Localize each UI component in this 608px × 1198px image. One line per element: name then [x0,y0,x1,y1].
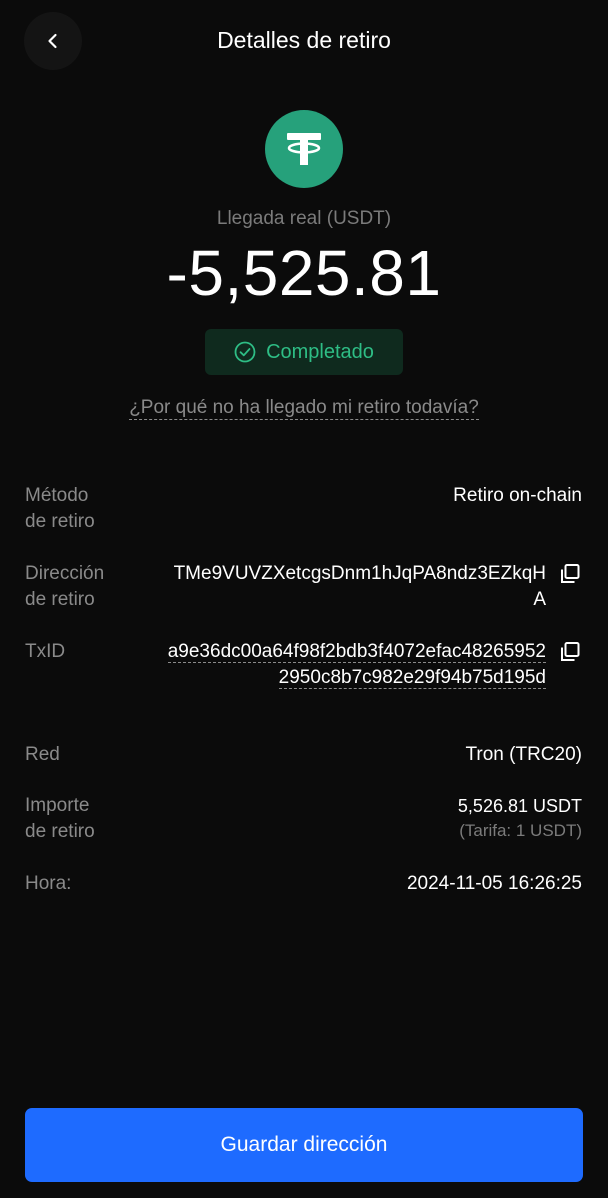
txid-label: TxID [25,641,66,662]
page-title: Detalles de retiro [217,27,391,53]
check-circle-icon [234,341,256,363]
status-badge: Completado [205,329,403,375]
txid-value[interactable]: a9e36dc00a64f98f2bdb3f4072efac4826595229… [166,639,546,691]
time-value: 2024-11-05 16:26:25 [406,873,582,894]
withdraw-amount-label: Importe de retiro [25,795,95,842]
network-value: Tron (TRC20) [465,744,582,765]
address-value: TMe9VUVZXetcgsDnm1hJqPA8ndz3EZkqHA [173,563,546,610]
copy-icon[interactable] [559,641,581,663]
help-link[interactable]: ¿Por qué no ha llegado mi retiro todavía… [129,397,479,420]
address-label: Dirección de retiro [25,563,105,610]
network-label: Red [25,744,60,765]
method-label: Método de retiro [25,485,95,532]
tether-icon [265,110,343,188]
amount-label: Llegada real (USDT) [216,208,392,229]
status-label: Completado [266,340,374,363]
help-link-container: ¿Por qué no ha llegado mi retiro todavía… [0,397,608,420]
save-address-button[interactable]: Guardar dirección [25,1108,583,1182]
time-label: Hora: [25,873,72,894]
withdraw-amount-value: 5,526.81 USDT [457,796,582,816]
fee-value: (Tarifa: 1 USDT) [459,821,582,840]
header: Detalles de retiro [0,0,608,82]
method-value: Retiro on-chain [453,485,582,506]
copy-icon[interactable] [559,563,581,585]
amount-value: -5,525.81 [166,237,442,309]
